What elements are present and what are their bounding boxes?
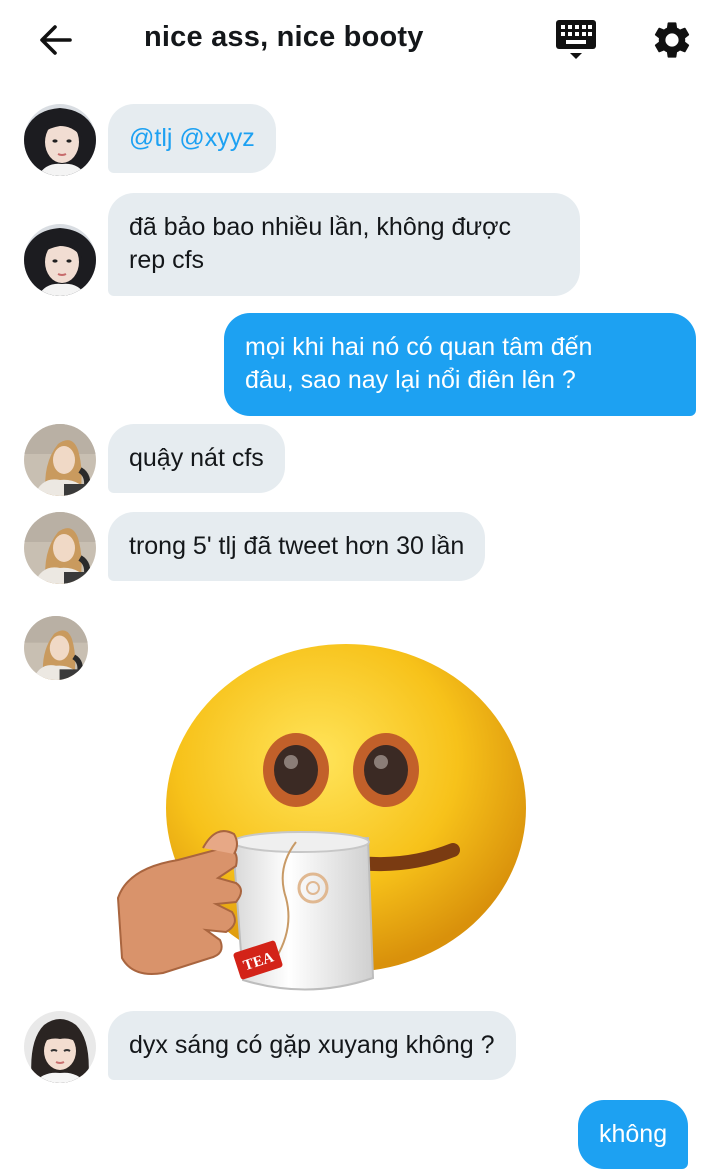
message-bubble-outgoing[interactable]: không xyxy=(578,1100,689,1169)
avatar-user-b[interactable] xyxy=(24,424,96,496)
message-text: quậy nát cfs xyxy=(129,444,264,472)
avatar-user-c[interactable] xyxy=(24,1011,96,1083)
back-button[interactable] xyxy=(36,20,76,60)
message-bubble-incoming[interactable]: quậy nát cfs xyxy=(108,424,285,493)
message-bubble-outgoing[interactable]: mọi khi hai nó có quan tâm đến đâu, sao … xyxy=(224,313,696,416)
keyboard-button[interactable] xyxy=(553,17,599,63)
message-text: trong 5' tlj đã tweet hơn 30 lần xyxy=(129,532,465,560)
avatar-user-b[interactable] xyxy=(24,616,88,680)
message-text-line: mọi khi hai nó có quan tâm đến xyxy=(245,333,593,361)
gear-icon xyxy=(654,22,690,58)
message-text-line: đâu, sao nay lại nổi điên lên ? xyxy=(245,366,576,394)
message-text: không xyxy=(599,1120,668,1148)
arrow-left-icon xyxy=(40,25,72,55)
sticker-emoji-tea[interactable]: TEA xyxy=(108,628,548,1000)
message-text: dyx sáng có gặp xuyang không ? xyxy=(129,1031,495,1059)
message-bubble-incoming[interactable]: trong 5' tlj đã tweet hơn 30 lần xyxy=(108,512,486,581)
message-bubble-incoming[interactable]: dyx sáng có gặp xuyang không ? xyxy=(108,1011,516,1080)
conversation-title: nice ass, nice booty xyxy=(144,21,424,53)
avatar-user-a[interactable] xyxy=(24,104,96,176)
message-text-line: đã bảo bao nhiều lần, không được xyxy=(129,213,512,241)
settings-button[interactable] xyxy=(650,18,694,62)
chat-header: nice ass, nice booty xyxy=(0,0,720,80)
avatar-user-b[interactable] xyxy=(24,512,96,584)
message-bubble-incoming[interactable]: @tlj @xyyz xyxy=(108,104,276,173)
message-bubble-incoming[interactable]: đã bảo bao nhiều lần, không được rep cfs xyxy=(108,193,580,296)
avatar-user-a[interactable] xyxy=(24,224,96,296)
message-text[interactable]: @tlj @xyyz xyxy=(129,124,255,152)
message-text-line: rep cfs xyxy=(129,246,205,274)
keyboard-icon xyxy=(556,20,596,59)
